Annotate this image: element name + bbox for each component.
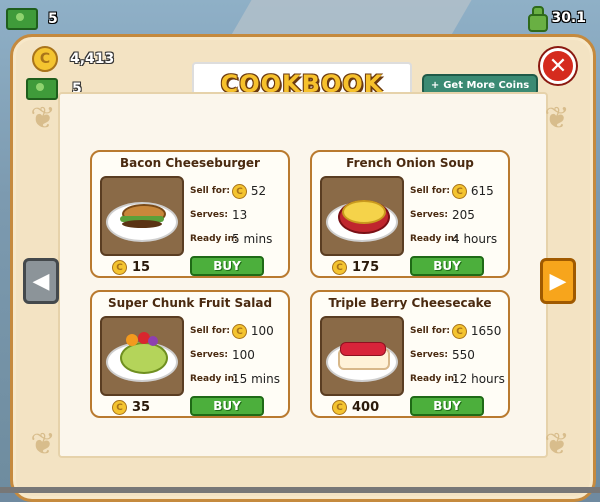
cash-bill-icon — [6, 8, 38, 30]
buy-button[interactable]: BUY — [190, 256, 264, 276]
coin-icon: C — [232, 184, 247, 199]
recipe-name: French Onion Soup — [346, 156, 474, 170]
cash-bill-icon — [26, 78, 58, 100]
serves-value: 550 — [452, 348, 475, 362]
coins-value: 4,413 — [70, 51, 115, 67]
recipe-cost: C 35 — [112, 400, 150, 415]
hud-cash: 5 — [6, 8, 58, 30]
recipe-cost-value: 35 — [132, 400, 151, 415]
recipe-card: Super Chunk Fruit Salad Sell for: C 100 … — [90, 290, 290, 418]
get-more-coins-label: Get More Coins — [443, 79, 530, 91]
serves-value: 100 — [232, 348, 255, 362]
coin-icon: C — [112, 260, 127, 275]
sell-for-label: Sell for: — [410, 186, 451, 196]
soup-icon — [320, 176, 404, 256]
next-page-button[interactable]: ▶ — [540, 258, 576, 304]
ready-in-value: 5 mins — [232, 232, 273, 246]
hud-cash-value: 5 — [48, 11, 58, 27]
hud-rating-value: 30.1 — [551, 10, 586, 26]
burger-icon — [100, 176, 184, 256]
recipe-name: Bacon Cheeseburger — [120, 156, 260, 170]
sell-for-value: 100 — [250, 324, 274, 338]
recipe-card: Triple Berry Cheesecake Sell for: C 1650… — [310, 290, 510, 418]
ready-in-row: Ready in: 4 hours — [410, 232, 497, 246]
recipe-cost: C 175 — [332, 260, 379, 275]
serves-label: Serves: — [190, 350, 228, 360]
sell-for-label: Sell for: — [190, 186, 231, 196]
ready-in-row: Ready in: 12 hours — [410, 372, 505, 386]
buy-button[interactable]: BUY — [410, 396, 484, 416]
right-arrow-icon: ▶ — [549, 268, 567, 294]
recipe-cost-value: 400 — [352, 400, 380, 415]
serves-label: Serves: — [410, 350, 448, 360]
coin-icon: C — [32, 46, 58, 72]
recipe-cost-value: 175 — [352, 260, 380, 275]
ready-in-value: 4 hours — [452, 232, 498, 246]
hud-rating: 30.1 — [525, 6, 586, 32]
serves-row: Serves: 100 — [190, 348, 255, 362]
serves-label: Serves: — [190, 210, 228, 220]
ready-in-label: Ready in: — [190, 234, 238, 244]
thumbs-up-icon — [525, 6, 549, 32]
coin-icon: C — [112, 400, 127, 415]
flourish-ornament-icon: ❦ — [30, 427, 56, 462]
ready-in-label: Ready in: — [410, 234, 458, 244]
bottom-strip — [0, 487, 600, 493]
previous-page-button[interactable]: ◀ — [23, 258, 59, 304]
fruit-salad-icon — [100, 316, 184, 396]
recipe-cost: C 400 — [332, 400, 379, 415]
ready-in-value: 12 hours — [452, 372, 505, 386]
coin-icon: C — [452, 324, 467, 339]
ready-in-row: Ready in: 5 mins — [190, 232, 272, 246]
recipe-card: French Onion Soup Sell for: C 615 Serves… — [310, 150, 510, 278]
flourish-ornament-icon: ❦ — [30, 101, 56, 136]
plus-icon: + — [430, 79, 440, 91]
ready-in-row: Ready in: 15 mins — [190, 372, 280, 386]
sell-for-row: Sell for: C 1650 — [410, 324, 501, 339]
left-arrow-icon: ◀ — [32, 268, 50, 294]
flourish-ornament-icon: ❦ — [544, 101, 570, 136]
recipe-card: Bacon Cheeseburger Sell for: C 52 Serves… — [90, 150, 290, 278]
sell-for-value: 52 — [250, 184, 267, 198]
close-button[interactable]: ✕ — [540, 48, 576, 84]
recipe-cost-value: 15 — [132, 260, 151, 275]
buy-button[interactable]: BUY — [190, 396, 264, 416]
coin-icon: C — [232, 324, 247, 339]
recipe-cost: C 15 — [112, 260, 150, 275]
serves-value: 205 — [452, 208, 475, 222]
cheesecake-icon — [320, 316, 404, 396]
buy-button[interactable]: BUY — [410, 256, 484, 276]
coin-icon: C — [452, 184, 467, 199]
recipe-name: Super Chunk Fruit Salad — [107, 296, 273, 310]
serves-row: Serves: 205 — [410, 208, 475, 222]
flourish-ornament-icon: ❦ — [544, 427, 570, 462]
serves-row: Serves: 550 — [410, 348, 475, 362]
ready-in-label: Ready in: — [190, 374, 238, 384]
sell-for-value: 1650 — [470, 324, 502, 338]
sell-for-row: Sell for: C 100 — [190, 324, 274, 339]
panel-coins: C 4,413 — [32, 46, 114, 72]
sell-for-label: Sell for: — [190, 326, 231, 336]
sell-for-value: 615 — [470, 184, 494, 198]
ready-in-label: Ready in: — [410, 374, 458, 384]
coin-icon: C — [332, 260, 347, 275]
sell-for-row: Sell for: C 52 — [190, 184, 266, 199]
recipe-name: Triple Berry Cheesecake — [328, 296, 492, 310]
serves-value: 13 — [232, 208, 248, 222]
close-icon: ✕ — [548, 53, 568, 79]
serves-row: Serves: 13 — [190, 208, 247, 222]
sell-for-label: Sell for: — [410, 326, 451, 336]
coin-icon: C — [332, 400, 347, 415]
serves-label: Serves: — [410, 210, 448, 220]
sell-for-row: Sell for: C 615 — [410, 184, 494, 199]
ready-in-value: 15 mins — [232, 372, 280, 386]
